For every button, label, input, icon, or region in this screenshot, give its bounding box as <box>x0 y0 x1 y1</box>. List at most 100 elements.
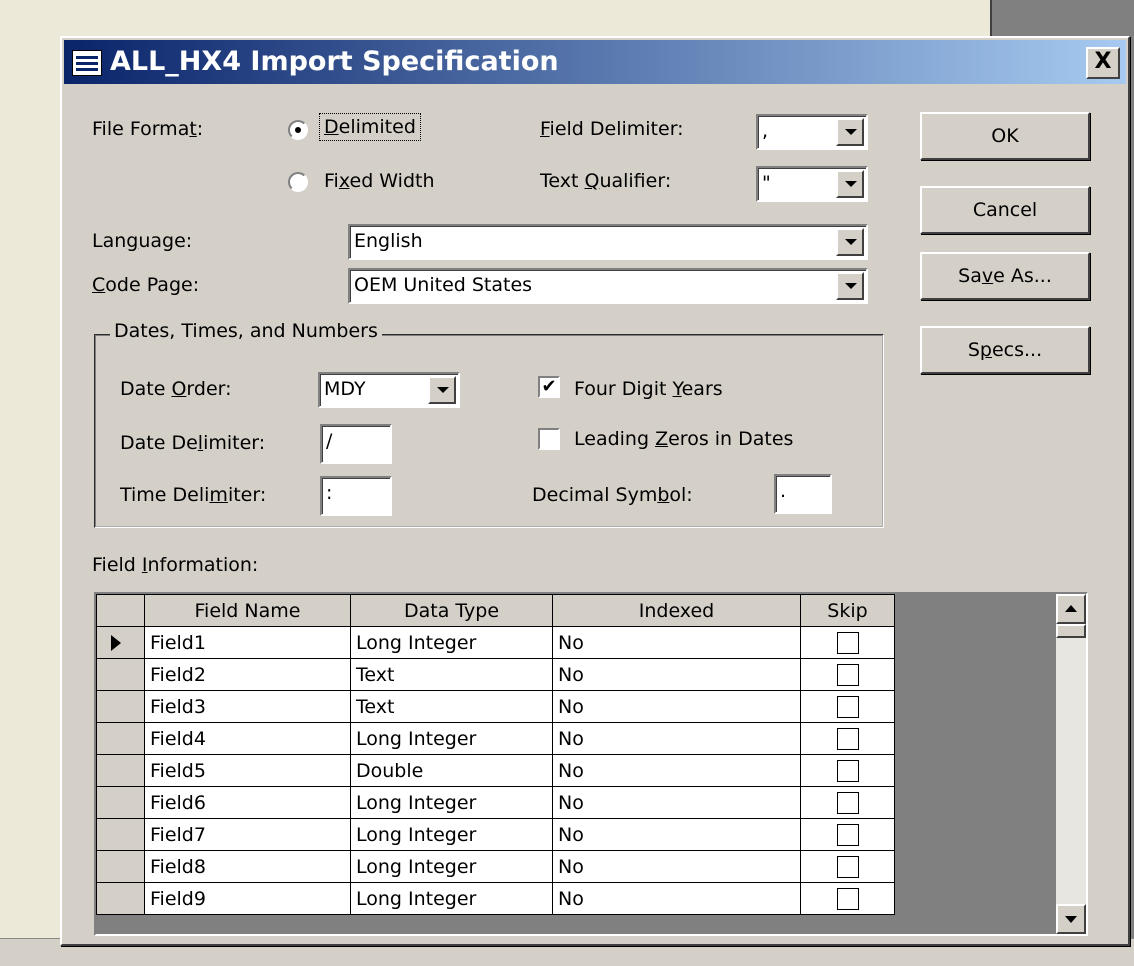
table-row[interactable]: Field5 Double No <box>96 754 895 787</box>
table-row[interactable]: Field9 Long Integer No <box>96 882 895 915</box>
row-selector[interactable] <box>96 786 145 819</box>
data-type-cell[interactable]: Text <box>350 658 553 691</box>
skip-checkbox[interactable] <box>836 663 859 686</box>
indexed-cell[interactable]: No <box>552 786 801 819</box>
data-type-cell[interactable]: Long Integer <box>350 786 553 819</box>
field-name-cell[interactable]: Field8 <box>144 850 351 883</box>
indexed-cell[interactable]: No <box>552 818 801 851</box>
row-selector[interactable] <box>96 658 145 691</box>
table-row[interactable]: Field8 Long Integer No <box>96 850 895 883</box>
field-name-cell[interactable]: Field7 <box>144 818 351 851</box>
column-header-data-type[interactable]: Data Type <box>350 594 553 627</box>
delimited-radio[interactable] <box>288 120 308 140</box>
data-type-cell[interactable]: Long Integer <box>350 626 553 659</box>
table-row[interactable]: Field6 Long Integer No <box>96 786 895 819</box>
four-digit-years-label[interactable]: Four Digit Years <box>574 378 723 400</box>
column-header-indexed[interactable]: Indexed <box>552 594 801 627</box>
language-dropdown[interactable]: English <box>348 224 868 260</box>
row-selector[interactable] <box>96 850 145 883</box>
field-name-cell[interactable]: Field5 <box>144 754 351 787</box>
skip-checkbox[interactable] <box>836 759 859 782</box>
row-selector[interactable] <box>96 818 145 851</box>
data-type-cell[interactable]: Long Integer <box>350 882 553 915</box>
close-button[interactable]: X <box>1086 47 1120 79</box>
chevron-down-icon[interactable] <box>836 118 864 146</box>
row-selector[interactable] <box>96 690 145 723</box>
skip-checkbox[interactable] <box>836 631 859 654</box>
indexed-cell[interactable]: No <box>552 690 801 723</box>
data-type-cell[interactable]: Double <box>350 754 553 787</box>
field-name-cell[interactable]: Field6 <box>144 786 351 819</box>
skip-checkbox[interactable] <box>836 695 859 718</box>
fixed-width-radio[interactable] <box>288 172 308 192</box>
skip-checkbox[interactable] <box>836 791 859 814</box>
indexed-cell[interactable]: No <box>552 722 801 755</box>
date-order-dropdown[interactable]: MDY <box>318 372 460 408</box>
data-type-cell[interactable]: Long Integer <box>350 722 553 755</box>
skip-checkbox[interactable] <box>836 727 859 750</box>
leading-zeros-label[interactable]: Leading Zeros in Dates <box>574 428 793 450</box>
skip-checkbox[interactable] <box>836 887 859 910</box>
field-name-cell[interactable]: Field2 <box>144 658 351 691</box>
delimited-label[interactable]: Delimited <box>319 113 421 141</box>
leading-zeros-checkbox[interactable] <box>538 428 560 450</box>
specs-button[interactable]: Specs... <box>920 326 1090 374</box>
field-name-cell[interactable]: Field3 <box>144 690 351 723</box>
field-information-grid[interactable]: Field Name Data Type Indexed Skip Field1… <box>94 592 1088 936</box>
skip-cell[interactable] <box>800 882 895 915</box>
indexed-cell[interactable]: No <box>552 754 801 787</box>
scroll-down-icon[interactable] <box>1056 904 1086 934</box>
indexed-cell[interactable]: No <box>552 626 801 659</box>
skip-cell[interactable] <box>800 850 895 883</box>
skip-checkbox[interactable] <box>836 855 859 878</box>
indexed-cell[interactable]: No <box>552 658 801 691</box>
row-selector[interactable] <box>96 722 145 755</box>
skip-cell[interactable] <box>800 818 895 851</box>
table-row[interactable]: Field1 Long Integer No <box>96 626 895 659</box>
indexed-cell[interactable]: No <box>552 882 801 915</box>
table-row[interactable]: Field3 Text No <box>96 690 895 723</box>
skip-cell[interactable] <box>800 658 895 691</box>
time-delimiter-input[interactable]: : <box>320 476 392 516</box>
text-qualifier-dropdown[interactable]: " <box>756 166 868 202</box>
chevron-down-icon[interactable] <box>836 228 864 256</box>
dialog-icon <box>72 50 102 76</box>
chevron-down-icon[interactable] <box>836 170 864 198</box>
four-digit-years-checkbox[interactable]: ✔ <box>538 376 560 398</box>
skip-cell[interactable] <box>800 786 895 819</box>
data-type-cell[interactable]: Long Integer <box>350 818 553 851</box>
row-selector[interactable] <box>96 882 145 915</box>
field-name-cell[interactable]: Field9 <box>144 882 351 915</box>
skip-cell[interactable] <box>800 722 895 755</box>
fixed-width-label[interactable]: Fixed Width <box>324 170 435 192</box>
row-selector[interactable] <box>96 754 145 787</box>
background-window <box>0 38 61 938</box>
field-name-cell[interactable]: Field4 <box>144 722 351 755</box>
skip-cell[interactable] <box>800 626 895 659</box>
decimal-symbol-input[interactable]: . <box>774 474 832 514</box>
cancel-button[interactable]: Cancel <box>920 186 1090 234</box>
data-type-cell[interactable]: Long Integer <box>350 850 553 883</box>
chevron-down-icon[interactable] <box>428 376 456 404</box>
code-page-dropdown[interactable]: OEM United States <box>348 268 868 304</box>
vertical-scrollbar[interactable] <box>1056 594 1086 934</box>
scroll-up-icon[interactable] <box>1056 594 1086 624</box>
column-header-field-name[interactable]: Field Name <box>144 594 351 627</box>
table-row[interactable]: Field4 Long Integer No <box>96 722 895 755</box>
field-name-cell[interactable]: Field1 <box>144 626 351 659</box>
data-type-cell[interactable]: Text <box>350 690 553 723</box>
indexed-cell[interactable]: No <box>552 850 801 883</box>
column-header-skip[interactable]: Skip <box>800 594 895 627</box>
chevron-down-icon[interactable] <box>836 272 864 300</box>
field-delimiter-dropdown[interactable]: , <box>756 114 868 150</box>
save-as-button[interactable]: Save As... <box>920 252 1090 300</box>
skip-cell[interactable] <box>800 754 895 787</box>
ok-button[interactable]: OK <box>920 112 1090 160</box>
table-row[interactable]: Field7 Long Integer No <box>96 818 895 851</box>
table-row[interactable]: Field2 Text No <box>96 658 895 691</box>
skip-cell[interactable] <box>800 690 895 723</box>
row-selector[interactable] <box>96 626 145 659</box>
date-delimiter-input[interactable]: / <box>320 424 392 464</box>
scroll-thumb[interactable] <box>1056 624 1086 638</box>
skip-checkbox[interactable] <box>836 823 859 846</box>
